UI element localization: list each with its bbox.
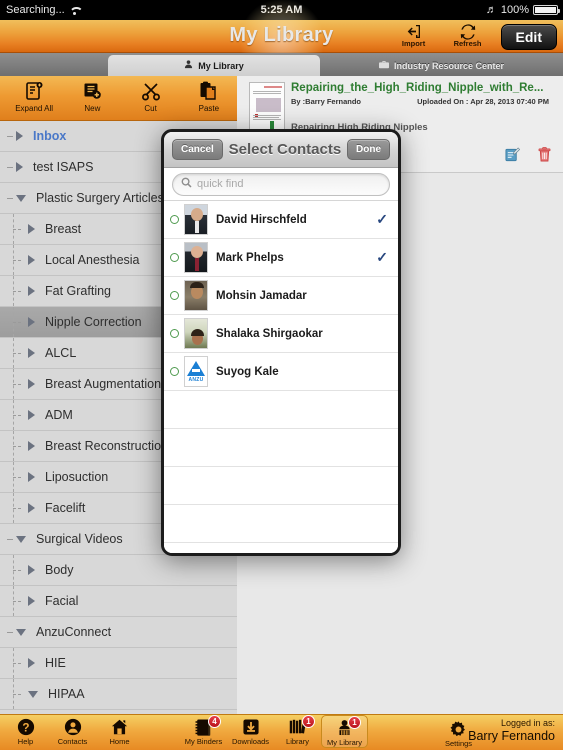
contact-name: Mark Phelps [216,251,284,264]
contact-checkmark-icon: ✓ [376,211,388,227]
contact-row-empty [164,429,398,467]
contact-select-radio[interactable] [170,253,179,262]
nav-button-label: My Library [326,738,362,747]
nav-downloads-button[interactable]: Downloads [227,715,274,746]
contact-name: Suyog Kale [216,365,279,378]
contacts-list: David Hirschfeld ✓ Mark Phelps ✓ Mohsin Jama… [164,201,398,553]
done-button[interactable]: Done [347,139,390,160]
search-icon [181,175,192,193]
contact-row[interactable]: Mark Phelps ✓ [164,239,398,277]
nav-my-library-button[interactable]: My Library 1 [321,715,368,748]
bottom-left-group: ? Help Contacts Home [2,715,143,746]
contact-row[interactable]: ANZU Suyog Kale [164,353,398,391]
modal-titlebar: Cancel Select Contacts Done [164,132,398,168]
logged-in-label: Logged in as: [500,718,555,728]
contact-row[interactable]: Shalaka Shirgaokar [164,315,398,353]
avatar-photo [185,319,207,348]
modal-title: Select Contacts [228,141,342,158]
search-input[interactable]: quick find [172,172,390,196]
contact-select-radio[interactable] [170,291,179,300]
contact-checkmark-icon: ✓ [376,249,388,265]
avatar: ANZU [184,356,208,387]
avatar [184,204,208,235]
avatar [184,280,208,311]
help-icon: ? [2,717,49,737]
contacts-icon [49,717,96,737]
nav-contacts-button[interactable]: Contacts [49,715,96,746]
avatar-photo [185,243,207,272]
contact-row-empty [164,543,398,553]
status-badge: 1 [348,716,361,729]
app-root: Searching... 5:25 AM ♬ 100% My Library I… [0,0,563,750]
nav-help-button[interactable]: ? Help [2,715,49,746]
select-contacts-modal: Cancel Select Contacts Done quick find D… [161,129,401,556]
nav-button-label: Downloads [231,737,270,746]
nav-button-label: Library [286,737,309,746]
contact-select-radio[interactable] [170,367,179,376]
contact-select-radio[interactable] [170,329,179,338]
logged-in-info: Logged in as: Barry Fernando [468,718,555,745]
status-badge: 1 [302,715,315,728]
contact-row-empty [164,467,398,505]
avatar [184,242,208,273]
avatar-photo [185,281,207,310]
contact-name: David Hirschfeld [216,213,307,226]
user-name: Barry Fernando [468,729,555,744]
contact-row[interactable]: David Hirschfeld ✓ [164,201,398,239]
download-icon [227,717,274,737]
nav-button-label: My Binders [184,737,223,746]
contact-name: Mohsin Jamadar [216,289,307,302]
modal-overlay: Cancel Select Contacts Done quick find D… [0,0,563,750]
anzu-logo-icon: ANZU [185,357,207,386]
contact-row-empty [164,391,398,429]
search-bar: quick find [164,168,398,201]
contact-row[interactable]: Mohsin Jamadar [164,277,398,315]
nav-library-button[interactable]: Library 1 [274,715,321,746]
anzu-logo-label: ANZU [188,376,204,383]
bottom-toolbar: ? Help Contacts Home My Binders 4 Downloads Li… [0,714,563,750]
contact-row-empty [164,505,398,543]
nav-my-binders-button[interactable]: My Binders 4 [180,715,227,746]
cancel-button[interactable]: Cancel [172,139,223,160]
contact-name: Shalaka Shirgaokar [216,327,323,340]
contact-select-radio[interactable] [170,215,179,224]
avatar [184,318,208,349]
bottom-center-group: My Binders 4 Downloads Library 1 My Library 1 [180,715,368,748]
home-icon [96,717,143,737]
nav-home-button[interactable]: Home [96,715,143,746]
search-placeholder: quick find [197,178,244,190]
nav-button-label: Home [109,737,130,746]
nav-button-label: Contacts [57,737,88,746]
avatar-photo [185,205,207,234]
nav-button-label: Help [17,737,34,746]
svg-text:?: ? [22,722,29,735]
status-badge: 4 [208,715,221,728]
